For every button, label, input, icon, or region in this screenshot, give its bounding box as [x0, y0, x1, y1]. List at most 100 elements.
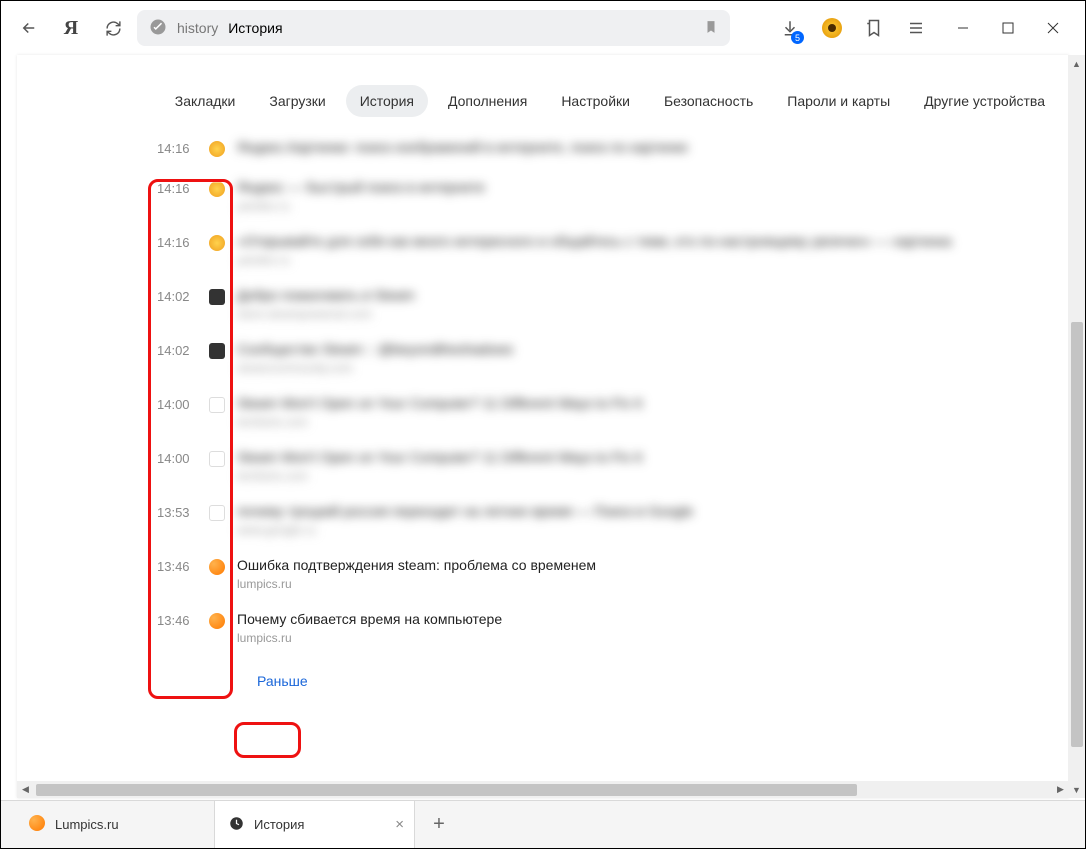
- nav-tab-4[interactable]: Настройки: [547, 85, 644, 117]
- history-time: 14:16: [17, 179, 197, 196]
- bookmarks-bar-button[interactable]: [856, 10, 892, 46]
- extension-button[interactable]: [814, 10, 850, 46]
- history-body: Яндекс.Картинки: поиск изображений в инт…: [237, 139, 1069, 155]
- nav-tab-6[interactable]: Пароли и карты: [773, 85, 904, 117]
- history-row[interactable]: 14:16«Открывайте для себя как много инте…: [17, 223, 1069, 277]
- bookmark-icon[interactable]: [704, 20, 718, 37]
- vertical-scrollbar[interactable]: ▲ ▼: [1068, 55, 1085, 798]
- tab-title: История: [254, 817, 304, 832]
- close-tab-button[interactable]: ×: [395, 816, 404, 833]
- history-domain: yandex.ru: [237, 199, 1049, 213]
- history-body: Ошибка подтверждения steam: проблема со …: [237, 557, 1069, 591]
- history-time: 14:00: [17, 395, 197, 412]
- history-time: 13:53: [17, 503, 197, 520]
- history-time: 14:16: [17, 139, 197, 156]
- content-area: ЗакладкиЗагрузкиИсторияДополненияНастрой…: [17, 55, 1069, 798]
- settings-nav: ЗакладкиЗагрузкиИсторияДополненияНастрой…: [17, 55, 1069, 129]
- nav-tab-5[interactable]: Безопасность: [650, 85, 767, 117]
- history-domain: yandex.ru: [237, 253, 1049, 267]
- history-row[interactable]: 14:00 Steam Won't Open on Your Computer? …: [17, 439, 1069, 493]
- browser-tab[interactable]: История ×: [215, 801, 415, 848]
- history-row[interactable]: 14:02 Добро пожаловать в Steam store.steam…: [17, 277, 1069, 331]
- history-row[interactable]: 14:16 Яндекс.Картинки: поиск изображений …: [17, 129, 1069, 169]
- history-domain: www.google.ru: [237, 523, 1049, 537]
- history-row[interactable]: 14:00 Steam Won't Open on Your Computer? …: [17, 385, 1069, 439]
- history-favicon: [197, 287, 237, 305]
- yandex-logo[interactable]: Я: [53, 10, 89, 46]
- history-title: «Открывайте для себя как много интересно…: [237, 233, 1049, 249]
- url-title: История: [228, 20, 282, 36]
- history-favicon: [197, 139, 237, 157]
- history-domain: techloris.com: [237, 469, 1049, 483]
- history-list: 14:16 Яндекс.Картинки: поиск изображений …: [17, 129, 1069, 709]
- history-title: Ошибка подтверждения steam: проблема со …: [237, 557, 1049, 573]
- earlier-link[interactable]: Раньше: [257, 673, 308, 689]
- history-row[interactable]: 13:53 почему троцкий россия переходит на …: [17, 493, 1069, 547]
- window-controls: [940, 10, 1075, 46]
- history-time: 14:02: [17, 287, 197, 304]
- history-row[interactable]: 14:02 Сообщество Steam :: @beyondtheshado…: [17, 331, 1069, 385]
- close-window-button[interactable]: [1030, 10, 1075, 46]
- minimize-button[interactable]: [940, 10, 985, 46]
- history-body: Сообщество Steam :: @beyondtheshadowsste…: [237, 341, 1069, 375]
- history-body: Добро пожаловать в Steam store.steampower…: [237, 287, 1069, 321]
- maximize-button[interactable]: [985, 10, 1030, 46]
- history-title: Добро пожаловать в Steam: [237, 287, 1049, 303]
- back-button[interactable]: [11, 10, 47, 46]
- address-bar[interactable]: history История: [137, 10, 730, 46]
- scroll-down-arrow[interactable]: ▼: [1068, 781, 1085, 798]
- scroll-thumb-h[interactable]: [36, 784, 857, 796]
- reload-button[interactable]: [95, 10, 131, 46]
- nav-tab-2[interactable]: История: [346, 85, 428, 117]
- history-favicon: [197, 611, 237, 629]
- history-body: Steam Won't Open on Your Computer? 11 Di…: [237, 449, 1069, 483]
- scroll-up-arrow[interactable]: ▲: [1068, 55, 1085, 72]
- history-row[interactable]: 14:16 Яндекс — быстрый поиск в интернете y…: [17, 169, 1069, 223]
- history-favicon: [197, 179, 237, 197]
- nav-tab-3[interactable]: Дополнения: [434, 85, 541, 117]
- menu-button[interactable]: [898, 10, 934, 46]
- history-body: «Открывайте для себя как много интересно…: [237, 233, 1069, 267]
- history-favicon: [197, 503, 237, 521]
- history-time: 14:00: [17, 449, 197, 466]
- history-favicon: [197, 557, 237, 575]
- history-title: Steam Won't Open on Your Computer? 11 Di…: [237, 395, 1049, 411]
- history-row[interactable]: 13:46 Ошибка подтверждения steam: проблем…: [17, 547, 1069, 601]
- history-domain: techloris.com: [237, 415, 1049, 429]
- scroll-left-arrow[interactable]: ◀: [17, 781, 34, 798]
- browser-tab[interactable]: Lumpics.ru: [15, 801, 215, 848]
- history-row[interactable]: 13:46Почему сбивается время на компьютер…: [17, 601, 1069, 655]
- downloads-badge: 5: [791, 31, 804, 44]
- nav-tab-1[interactable]: Загрузки: [255, 85, 339, 117]
- history-body: Steam Won't Open on Your Computer? 11 Di…: [237, 395, 1069, 429]
- scroll-thumb[interactable]: [1071, 322, 1083, 747]
- tab-bar: Lumpics.ru История × +: [1, 800, 1085, 848]
- history-favicon: [197, 449, 237, 467]
- history-title: Почему сбивается время на компьютере: [237, 611, 1049, 627]
- earlier-link-wrap: Раньше: [257, 673, 308, 689]
- history-favicon: [197, 395, 237, 413]
- history-title: почему троцкий россия переходит на летне…: [237, 503, 1049, 519]
- history-time: 13:46: [17, 557, 197, 574]
- tab-title: Lumpics.ru: [55, 817, 119, 832]
- history-domain: steamcommunity.com: [237, 361, 1049, 375]
- history-favicon: [197, 341, 237, 359]
- history-title: Сообщество Steam :: @beyondtheshadows: [237, 341, 1049, 357]
- history-domain: store.steampowered.com: [237, 307, 1049, 321]
- nav-tab-0[interactable]: Закладки: [161, 85, 250, 117]
- new-tab-button[interactable]: +: [415, 801, 463, 848]
- clock-icon: [229, 816, 244, 834]
- downloads-button[interactable]: 5: [772, 10, 808, 46]
- nav-tab-7[interactable]: Другие устройства: [910, 85, 1059, 117]
- horizontal-scrollbar[interactable]: ◀ ▶: [17, 781, 1069, 798]
- history-body: Яндекс — быстрый поиск в интернете yandex…: [237, 179, 1069, 213]
- history-favicon: [197, 233, 237, 251]
- history-title: Яндекс — быстрый поиск в интернете: [237, 179, 1049, 195]
- history-time: 14:02: [17, 341, 197, 358]
- history-domain: lumpics.ru: [237, 631, 1049, 645]
- scroll-right-arrow[interactable]: ▶: [1052, 781, 1069, 798]
- site-favicon: [29, 815, 45, 834]
- url-text: history: [177, 20, 218, 36]
- history-title: Яндекс.Картинки: поиск изображений в инт…: [237, 139, 1049, 155]
- history-title: Steam Won't Open on Your Computer? 11 Di…: [237, 449, 1049, 465]
